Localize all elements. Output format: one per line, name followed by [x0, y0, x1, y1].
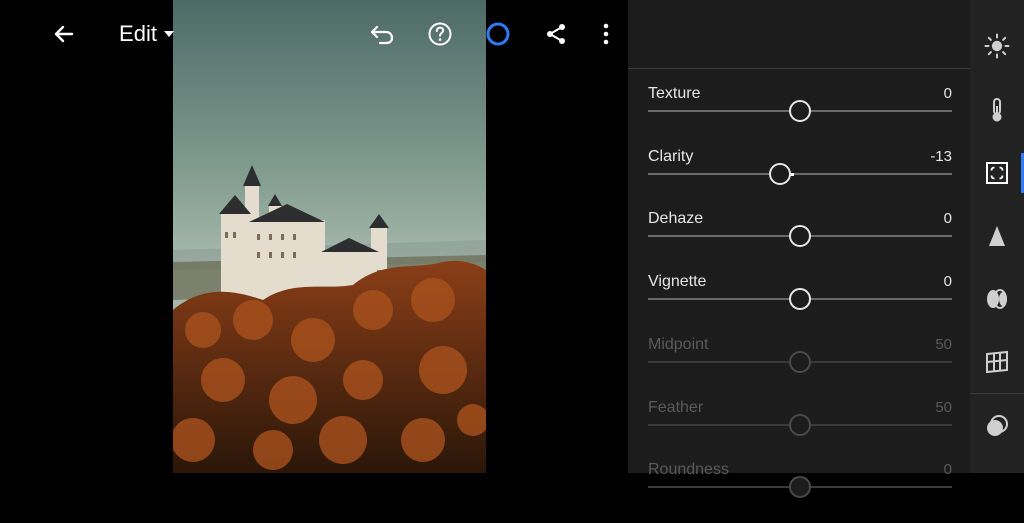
panel-header: [628, 0, 970, 69]
castle-photo: [173, 0, 486, 473]
undo-icon[interactable]: [362, 14, 402, 54]
more-vertical-icon[interactable]: [586, 14, 626, 54]
slider-knob[interactable]: [789, 100, 811, 122]
slider-value: 0: [943, 210, 952, 228]
slider-value: 0: [943, 461, 952, 479]
effects-icon[interactable]: [983, 159, 1011, 187]
edit-mode-label: Edit: [119, 21, 157, 46]
slider-row-texture[interactable]: Texture 0: [648, 85, 952, 147]
slider-knob[interactable]: [769, 162, 792, 185]
geometry-icon[interactable]: [983, 348, 1011, 376]
chevron-down-icon: [163, 31, 174, 37]
slider-value: 50: [935, 335, 952, 353]
slider-knob[interactable]: [789, 225, 811, 248]
help-icon[interactable]: [420, 14, 460, 54]
slider-row-midpoint: Midpoint 50: [648, 336, 952, 398]
slider-row-clarity[interactable]: Clarity -13: [648, 148, 952, 210]
slider-row-dehaze[interactable]: Dehaze 0: [648, 210, 952, 272]
color-temperature-icon[interactable]: [983, 96, 1011, 124]
share-icon[interactable]: [536, 14, 576, 54]
slider-value: 50: [935, 398, 952, 416]
slider-label: Midpoint: [648, 335, 709, 353]
slider-label: Feather: [648, 398, 704, 416]
slider-label: Texture: [648, 85, 701, 102]
slider-label: Vignette: [648, 273, 707, 291]
circle-progress-icon[interactable]: [478, 14, 518, 54]
slider-row-vignette[interactable]: Vignette 0: [648, 273, 952, 335]
back-arrow-icon[interactable]: [44, 14, 84, 54]
slider-label: Roundness: [648, 461, 729, 479]
slider-knob: [789, 413, 811, 436]
top-toolbar: Edit: [0, 0, 628, 68]
slider-row-feather: Feather 50: [648, 399, 952, 461]
presets-icon[interactable]: [983, 412, 1011, 440]
slider-knob: [789, 476, 811, 499]
slider-label: Dehaze: [648, 210, 704, 228]
slider-label: Clarity: [648, 147, 694, 165]
detail-icon[interactable]: [983, 222, 1011, 250]
photo-canvas-area: Edit: [0, 0, 628, 473]
optics-icon[interactable]: [983, 285, 1011, 313]
slider-value: 0: [943, 273, 952, 291]
slider-knob: [789, 350, 811, 373]
rail-divider: [970, 393, 1024, 394]
light-icon[interactable]: [983, 32, 1011, 60]
slider-knob[interactable]: [789, 288, 811, 311]
slider-track[interactable]: [648, 172, 952, 175]
edit-mode-dropdown[interactable]: Edit: [116, 14, 178, 54]
slider-row-roundness: Roundness 0: [648, 461, 952, 523]
slider-value: -13: [930, 147, 952, 165]
photo[interactable]: [173, 0, 486, 473]
slider-value: 0: [943, 85, 952, 102]
effects-panel: Texture 0 Clarity -13 Dehaze 0 Vignette 0 Midpoi…: [628, 0, 970, 499]
tool-rail: [970, 0, 1024, 473]
